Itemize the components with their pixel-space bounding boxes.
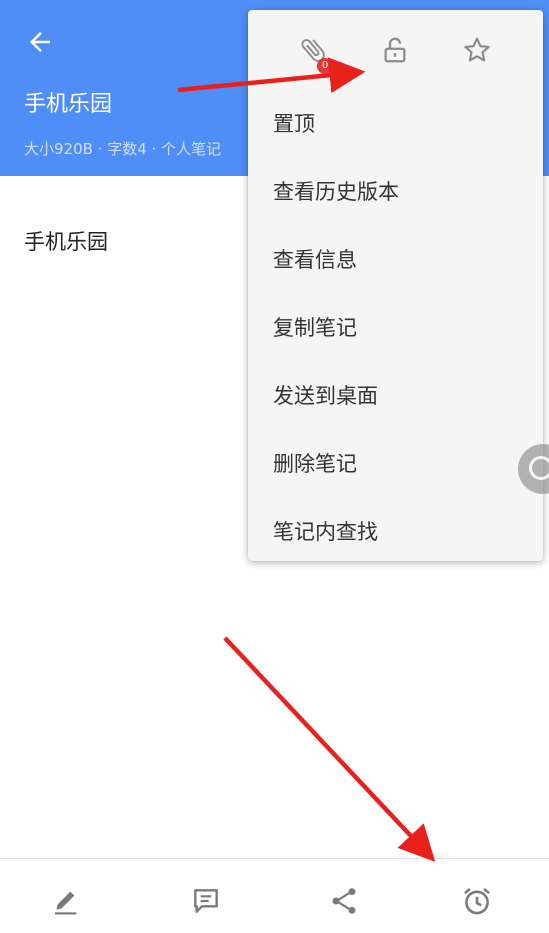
menu-copy[interactable]: 复制笔记 xyxy=(248,293,543,361)
note-title: 手机乐园 xyxy=(24,92,113,117)
arrow-left-icon xyxy=(30,32,50,52)
share-icon xyxy=(332,888,356,914)
lock-button[interactable] xyxy=(375,30,415,70)
menu-delete[interactable]: 删除笔记 xyxy=(248,429,543,497)
menu-pin[interactable]: 置顶 xyxy=(248,89,543,157)
pencil-icon xyxy=(55,891,77,915)
menu-info[interactable]: 查看信息 xyxy=(248,225,543,293)
comment-button[interactable] xyxy=(186,881,226,921)
popup-icon-row: 0 xyxy=(248,10,543,90)
menu-history[interactable]: 查看历史版本 xyxy=(248,157,543,225)
star-icon xyxy=(464,37,490,62)
menu-send-desktop[interactable]: 发送到桌面 xyxy=(248,361,543,429)
back-button[interactable] xyxy=(20,22,60,62)
note-body[interactable]: 手机乐园 xyxy=(24,226,108,256)
more-options-menu: 0 置顶 查看历史版本 查看信息 复制笔记 发送到桌面 删除笔记 笔记内查找 xyxy=(248,10,543,561)
menu-find[interactable]: 笔记内查找 xyxy=(248,497,543,565)
arrow-to-reminder xyxy=(223,636,436,862)
note-meta: 大小920B · 字数4 · 个人笔记 xyxy=(24,140,222,158)
attachment-count-badge: 0 xyxy=(317,58,333,74)
bottom-toolbar xyxy=(0,858,549,933)
share-button[interactable] xyxy=(324,881,364,921)
reminder-button[interactable] xyxy=(457,881,497,921)
favorite-button[interactable] xyxy=(457,30,497,70)
edit-button[interactable] xyxy=(47,881,87,921)
comment-icon xyxy=(194,889,218,913)
alarm-clock-icon xyxy=(464,887,490,915)
attachment-button[interactable]: 0 xyxy=(293,30,333,74)
unlock-icon xyxy=(384,37,406,63)
